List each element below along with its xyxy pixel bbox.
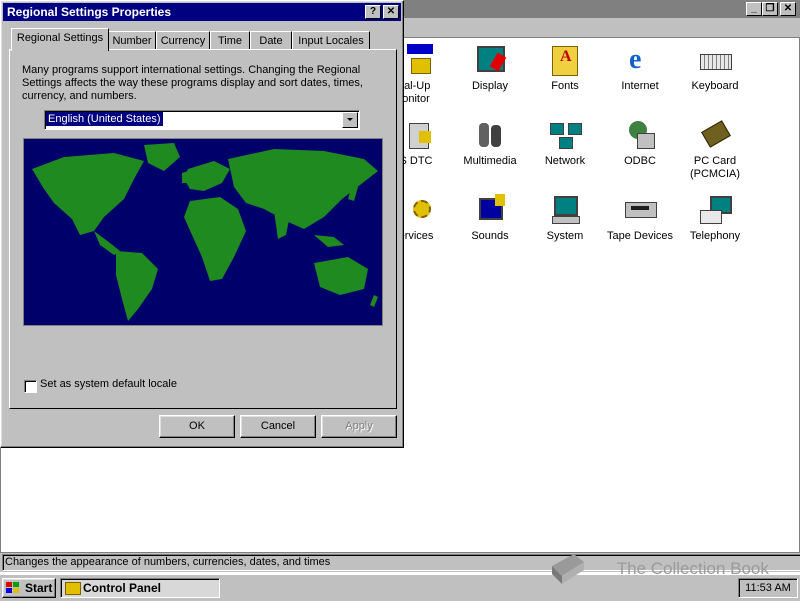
fonts-icon: A xyxy=(548,44,582,76)
dtc-icon xyxy=(399,119,433,151)
dialog-title: Regional Settings Properties xyxy=(7,5,172,19)
tab-input-locales[interactable]: Input Locales xyxy=(292,31,370,50)
tab-panel: Many programs support international sett… xyxy=(9,49,397,409)
icon-label: Multimedia xyxy=(463,155,517,167)
icon-label: Display xyxy=(471,80,509,92)
locale-value: English (United States) xyxy=(46,112,163,126)
control-panel-titlebar: _ ❐ ✕ xyxy=(400,0,800,18)
apply-button[interactable]: Apply xyxy=(321,415,397,438)
taskbar-control-panel[interactable]: Control Panel xyxy=(60,578,220,598)
sounds-icon xyxy=(473,194,507,226)
default-locale-label[interactable]: Set as system default locale xyxy=(40,378,177,390)
icon-system[interactable]: System xyxy=(527,194,603,243)
ok-button[interactable]: OK xyxy=(159,415,235,438)
dialup-icon xyxy=(399,44,433,76)
cancel-button[interactable]: Cancel xyxy=(240,415,316,438)
windows-logo-icon xyxy=(6,582,20,594)
dialog-titlebar[interactable]: Regional Settings Properties ? ✕ xyxy=(3,3,401,21)
regional-settings-dialog: Regional Settings Properties ? ✕ Regiona… xyxy=(0,0,404,448)
watermark-text: The Collection Book xyxy=(616,559,769,578)
icon-label: Fonts xyxy=(551,80,579,92)
icon-internet[interactable]: e Internet xyxy=(602,44,678,93)
icon-label: Internet xyxy=(621,80,659,92)
world-map[interactable] xyxy=(23,138,383,326)
close-button[interactable]: ✕ xyxy=(780,2,796,16)
help-button[interactable]: ? xyxy=(365,5,381,19)
keyboard-icon xyxy=(698,44,732,76)
tab-number[interactable]: Number xyxy=(108,31,156,50)
icon-odbc[interactable]: ODBC xyxy=(602,119,678,168)
icon-sounds[interactable]: Sounds xyxy=(452,194,528,243)
icon-network[interactable]: Network xyxy=(527,119,603,168)
tab-time[interactable]: Time xyxy=(210,31,250,50)
icon-multimedia[interactable]: Multimedia xyxy=(452,119,528,168)
restore-button[interactable]: ❐ xyxy=(762,2,778,16)
icon-label: Keyboard xyxy=(691,80,739,92)
taskbar-control-panel-label: Control Panel xyxy=(83,581,162,595)
folder-icon xyxy=(65,582,81,595)
chevron-down-icon[interactable] xyxy=(342,112,358,128)
intro-text: Many programs support international sett… xyxy=(22,64,363,102)
multimedia-icon xyxy=(473,119,507,151)
icon-label: Network xyxy=(544,155,586,167)
icon-pccard[interactable]: PC Card (PCMCIA) xyxy=(677,119,753,181)
pccard-icon xyxy=(698,119,732,151)
telephony-icon xyxy=(698,194,732,226)
control-panel-menubar xyxy=(400,18,800,37)
start-button[interactable]: Start xyxy=(2,578,56,598)
icon-label: ODBC xyxy=(624,155,656,167)
icon-label: Sounds xyxy=(471,230,509,242)
minimize-button[interactable]: _ xyxy=(746,2,762,16)
services-icon xyxy=(399,194,433,226)
icon-display[interactable]: Display xyxy=(452,44,528,93)
network-icon xyxy=(548,119,582,151)
default-locale-checkbox[interactable] xyxy=(24,380,37,393)
icon-tape[interactable]: Tape Devices xyxy=(602,194,678,243)
icon-label: Telephony xyxy=(689,230,741,242)
tab-date[interactable]: Date xyxy=(250,31,292,50)
watermark: The Collection Book xyxy=(548,552,769,586)
icon-fonts[interactable]: A Fonts xyxy=(527,44,603,93)
tape-icon xyxy=(623,194,657,226)
icon-telephony[interactable]: Telephony xyxy=(677,194,753,243)
display-icon xyxy=(473,44,507,76)
tab-regional-settings[interactable]: Regional Settings xyxy=(11,28,109,51)
icon-keyboard[interactable]: Keyboard xyxy=(677,44,753,93)
book-icon xyxy=(548,552,588,586)
odbc-icon xyxy=(623,119,657,151)
start-label: Start xyxy=(25,581,53,595)
internet-icon: e xyxy=(629,44,642,75)
locale-select[interactable]: English (United States) xyxy=(44,110,360,130)
system-icon xyxy=(548,194,582,226)
icon-label: System xyxy=(546,230,584,242)
icon-label: PC Card (PCMCIA) xyxy=(689,155,741,180)
icon-label: Tape Devices xyxy=(606,230,674,242)
world-map-icon xyxy=(32,143,378,321)
tab-currency[interactable]: Currency xyxy=(156,31,210,50)
close-button[interactable]: ✕ xyxy=(383,5,399,19)
